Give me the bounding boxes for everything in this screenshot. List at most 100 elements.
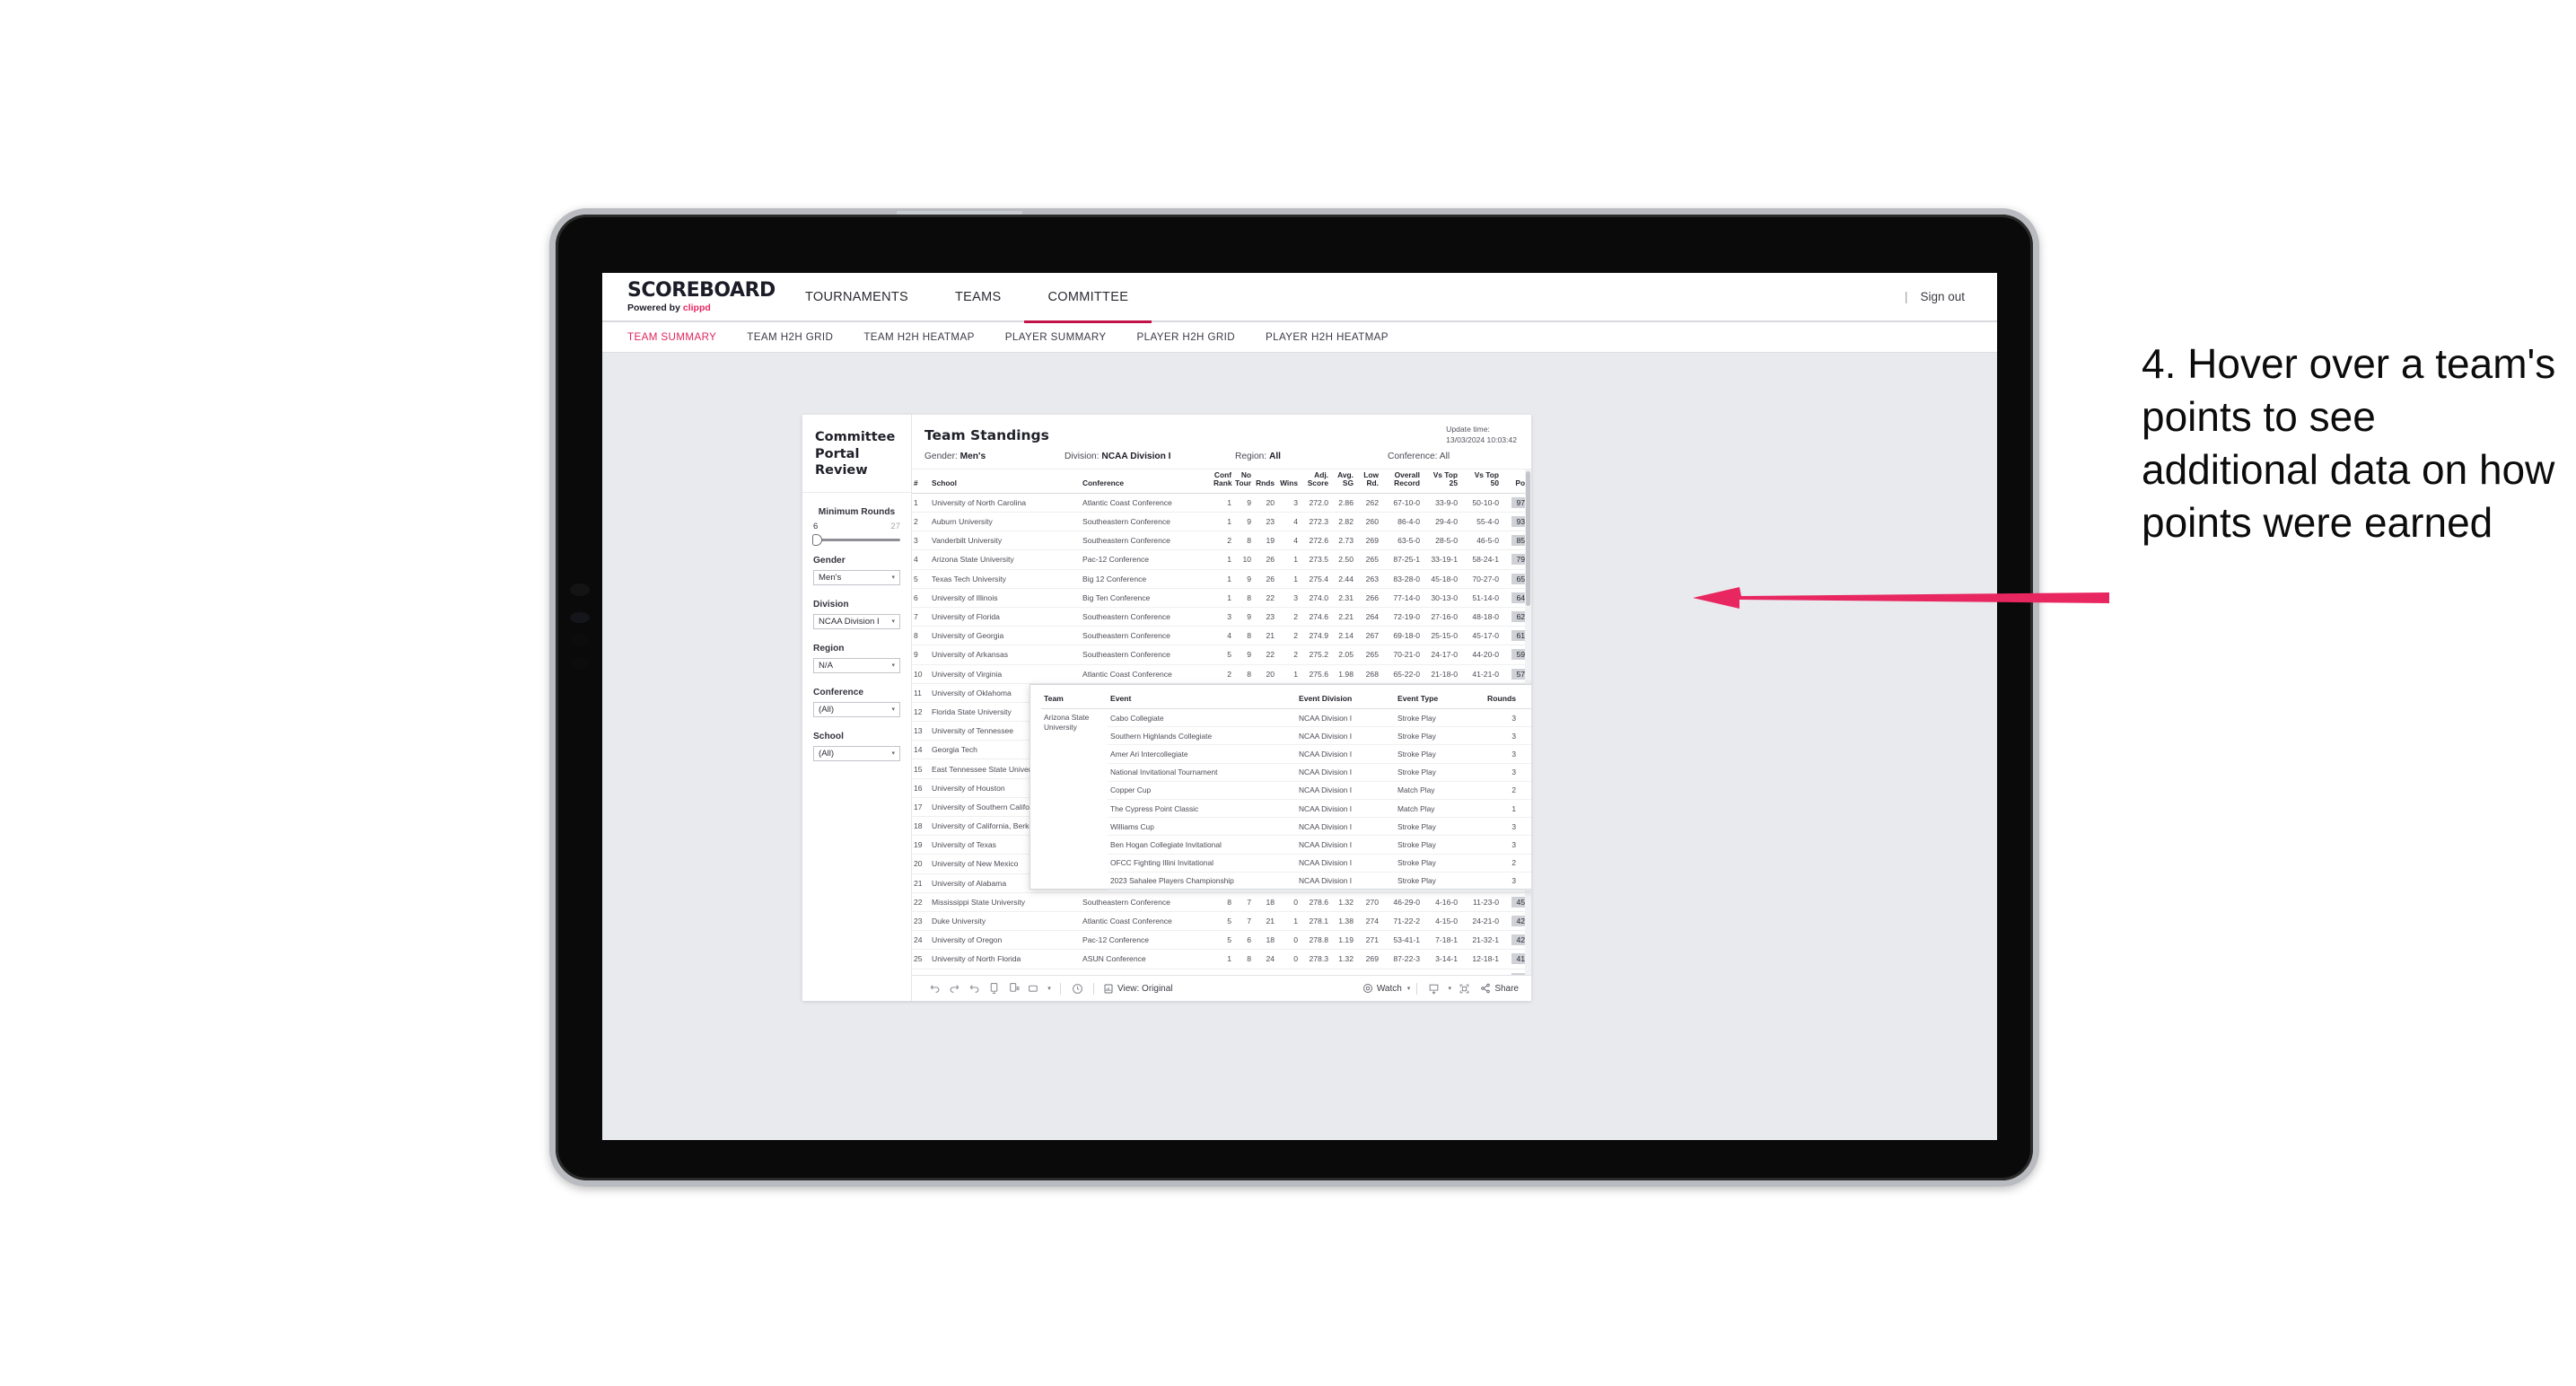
cell-rnds: 18 [1253,930,1276,951]
clippd-brand-text: clippd [682,302,711,313]
minimum-rounds-slider-handle[interactable] [812,533,822,546]
tab-player-h2h-grid[interactable]: PLAYER H2H GRID [1137,331,1236,343]
col-header-rnds[interactable]: Rnds [1253,469,1276,494]
tab-player-h2h-heatmap[interactable]: PLAYER H2H HEATMAP [1266,331,1389,343]
cell-overall: 63-5-0 [1380,531,1422,551]
table-row[interactable]: 5 Texas Tech University Big 12 Conference 1… [912,569,1531,589]
cell-low_rd: 260 [1355,512,1380,532]
cell-overall: 71-22-2 [1380,911,1422,932]
undo-icon[interactable] [924,979,944,997]
revert-icon[interactable] [964,979,984,997]
download-icon[interactable] [1424,979,1443,997]
meta-region: Region: All [1235,452,1388,461]
cell-overall: 86-4-0 [1380,512,1422,532]
cell-low_rd: 269 [1355,531,1380,551]
table-row[interactable]: 10 University of Virginia Atlantic Coast C… [912,664,1531,684]
tab-team-h2h-grid[interactable]: TEAM H2H GRID [747,331,833,343]
table-row[interactable]: 7 University of Florida Southeastern Confe… [912,607,1531,627]
watch-button[interactable]: Watch ▾ [1362,983,1410,994]
cell-adj_score: 274.9 [1300,626,1330,646]
cell-wins: 0 [1276,930,1300,951]
gender-value: Men's [819,572,842,583]
download-chevron-down-icon[interactable]: ▾ [1443,979,1454,997]
table-row[interactable]: 6 University of Illinois Big Ten Conferenc… [912,588,1531,608]
cell-rnds: 21 [1253,911,1276,932]
tablet-side-button-3[interactable] [570,657,590,670]
col-header-conference[interactable]: Conference [1081,469,1212,494]
toolbar-right-group: Watch ▾ ▾ Share [1362,979,1519,997]
table-row[interactable]: 25 University of North Florida ASUN Confer… [912,949,1531,969]
gender-select[interactable]: Men's ▾ [813,569,900,585]
table-row[interactable]: 26The Ohio State UniversityBig Ten Confe… [912,969,1531,975]
col-header-school[interactable]: School [930,469,1081,494]
minimum-rounds-slider[interactable] [812,533,900,546]
cell-no_tour: 9 [1233,512,1253,532]
col-header-vs-top-50[interactable]: Vs Top 50 [1459,469,1501,494]
col-header-avg-sg[interactable]: Avg. SG [1330,469,1355,494]
alerts-icon[interactable] [1067,979,1087,997]
region-label: Region [813,643,845,654]
sign-out-link[interactable]: Sign out [1920,290,1965,303]
division-select[interactable]: NCAA Division I ▾ [813,613,900,629]
redo-icon[interactable] [944,979,964,997]
refresh-data-icon[interactable] [984,979,1003,997]
table-row[interactable]: 24 University of Oregon Pac-12 Conference 5… [912,930,1531,951]
table-row[interactable]: 1 University of North Carolina Atlantic Co… [912,493,1531,513]
nav-item-tournaments[interactable]: TOURNAMENTS [782,273,932,321]
col-header-wins[interactable]: Wins [1276,469,1300,494]
tooltip-cell-type: Stroke Play [1395,744,1472,764]
region-select[interactable]: N/A ▾ [813,657,900,673]
tooltip-cell-division: NCAA Division I [1296,835,1395,855]
cell-low_rd: 263 [1355,569,1380,589]
tablet-side-button-1[interactable] [570,612,590,623]
cell-vs50: 55-4-0 [1459,512,1501,532]
table-row[interactable]: 8 University of Georgia Southeastern Confe… [912,626,1531,646]
nav-item-committee[interactable]: COMMITTEE [1024,273,1152,323]
tooltip-cell-division: NCAA Division I [1296,854,1395,873]
tooltip-cell-rank-impact: + 1 [1519,744,1531,764]
tab-team-h2h-heatmap[interactable]: TEAM H2H HEATMAP [863,331,974,343]
col-header-[interactable]: # [912,469,930,494]
view-original-button[interactable]: View: Original [1103,983,1173,995]
tablet-side-button-2[interactable] [570,634,590,646]
tooltip-cell-division: NCAA Division I [1296,817,1395,837]
conference-select[interactable]: (All) ▾ [813,701,900,717]
tab-team-summary[interactable]: TEAM SUMMARY [627,331,716,343]
gender-label: Gender [813,555,846,566]
table-row[interactable]: 3 Vanderbilt University Southeastern Confe… [912,531,1531,551]
cell-rnds: 23 [1253,607,1276,627]
tooltip-cell-rounds: 1 [1472,799,1519,819]
col-header-low-rd[interactable]: Low Rd. [1355,469,1380,494]
tooltip-col-header-team: Team [1041,692,1108,709]
cell-overall: 83-28-0 [1380,569,1422,589]
table-row[interactable]: 2 Auburn University Southeastern Conferenc… [912,512,1531,532]
col-header-no-tour[interactable]: No Tour [1233,469,1253,494]
cell-rank: 19 [912,835,930,855]
layout-chevron-down-icon[interactable]: ▾ [1043,979,1054,997]
cell-no_tour: 10 [1233,549,1253,570]
tab-player-summary[interactable]: PLAYER SUMMARY [1005,331,1107,343]
tooltip-cell-rounds: 3 [1472,872,1519,890]
table-row[interactable]: 23 Duke University Atlantic Coast Conferen… [912,911,1531,932]
school-select[interactable]: (All) ▾ [813,745,900,761]
tooltip-row: Southern Highlands Collegiate NCAA Divisi… [1041,726,1531,746]
col-header-overall-record[interactable]: Overall Record [1380,469,1422,494]
fullscreen-icon[interactable] [1454,979,1474,997]
cell-low_rd: 262 [1355,493,1380,513]
cell-adj_score: 278.7 [1300,969,1330,975]
nav-item-teams[interactable]: TEAMS [932,273,1024,321]
table-row[interactable]: 9 University of Arkansas Southeastern Conf… [912,645,1531,665]
col-header-vs-top-25[interactable]: Vs Top 25 [1422,469,1459,494]
table-row[interactable]: 22 Mississippi State University Southeaste… [912,892,1531,912]
cell-conf_rank: 2 [1212,664,1233,684]
col-header-conf-rank[interactable]: Conf Rank [1212,469,1233,494]
brand-logo[interactable]: SCOREBOARD Powered by clippd [602,280,782,313]
col-header-adj-score[interactable]: Adj. Score [1300,469,1330,494]
share-button[interactable]: Share [1480,983,1519,994]
device-layout-icon[interactable] [1023,979,1043,997]
pause-autoupdate-icon[interactable] [1003,979,1023,997]
table-row[interactable]: 4 Arizona State University Pac-12 Conferen… [912,549,1531,570]
grid-scrollbar-thumb[interactable] [1526,471,1530,606]
cell-vs25: 27-16-0 [1422,607,1459,627]
tooltip-cell-event: National Invitational Tournament [1108,763,1296,782]
